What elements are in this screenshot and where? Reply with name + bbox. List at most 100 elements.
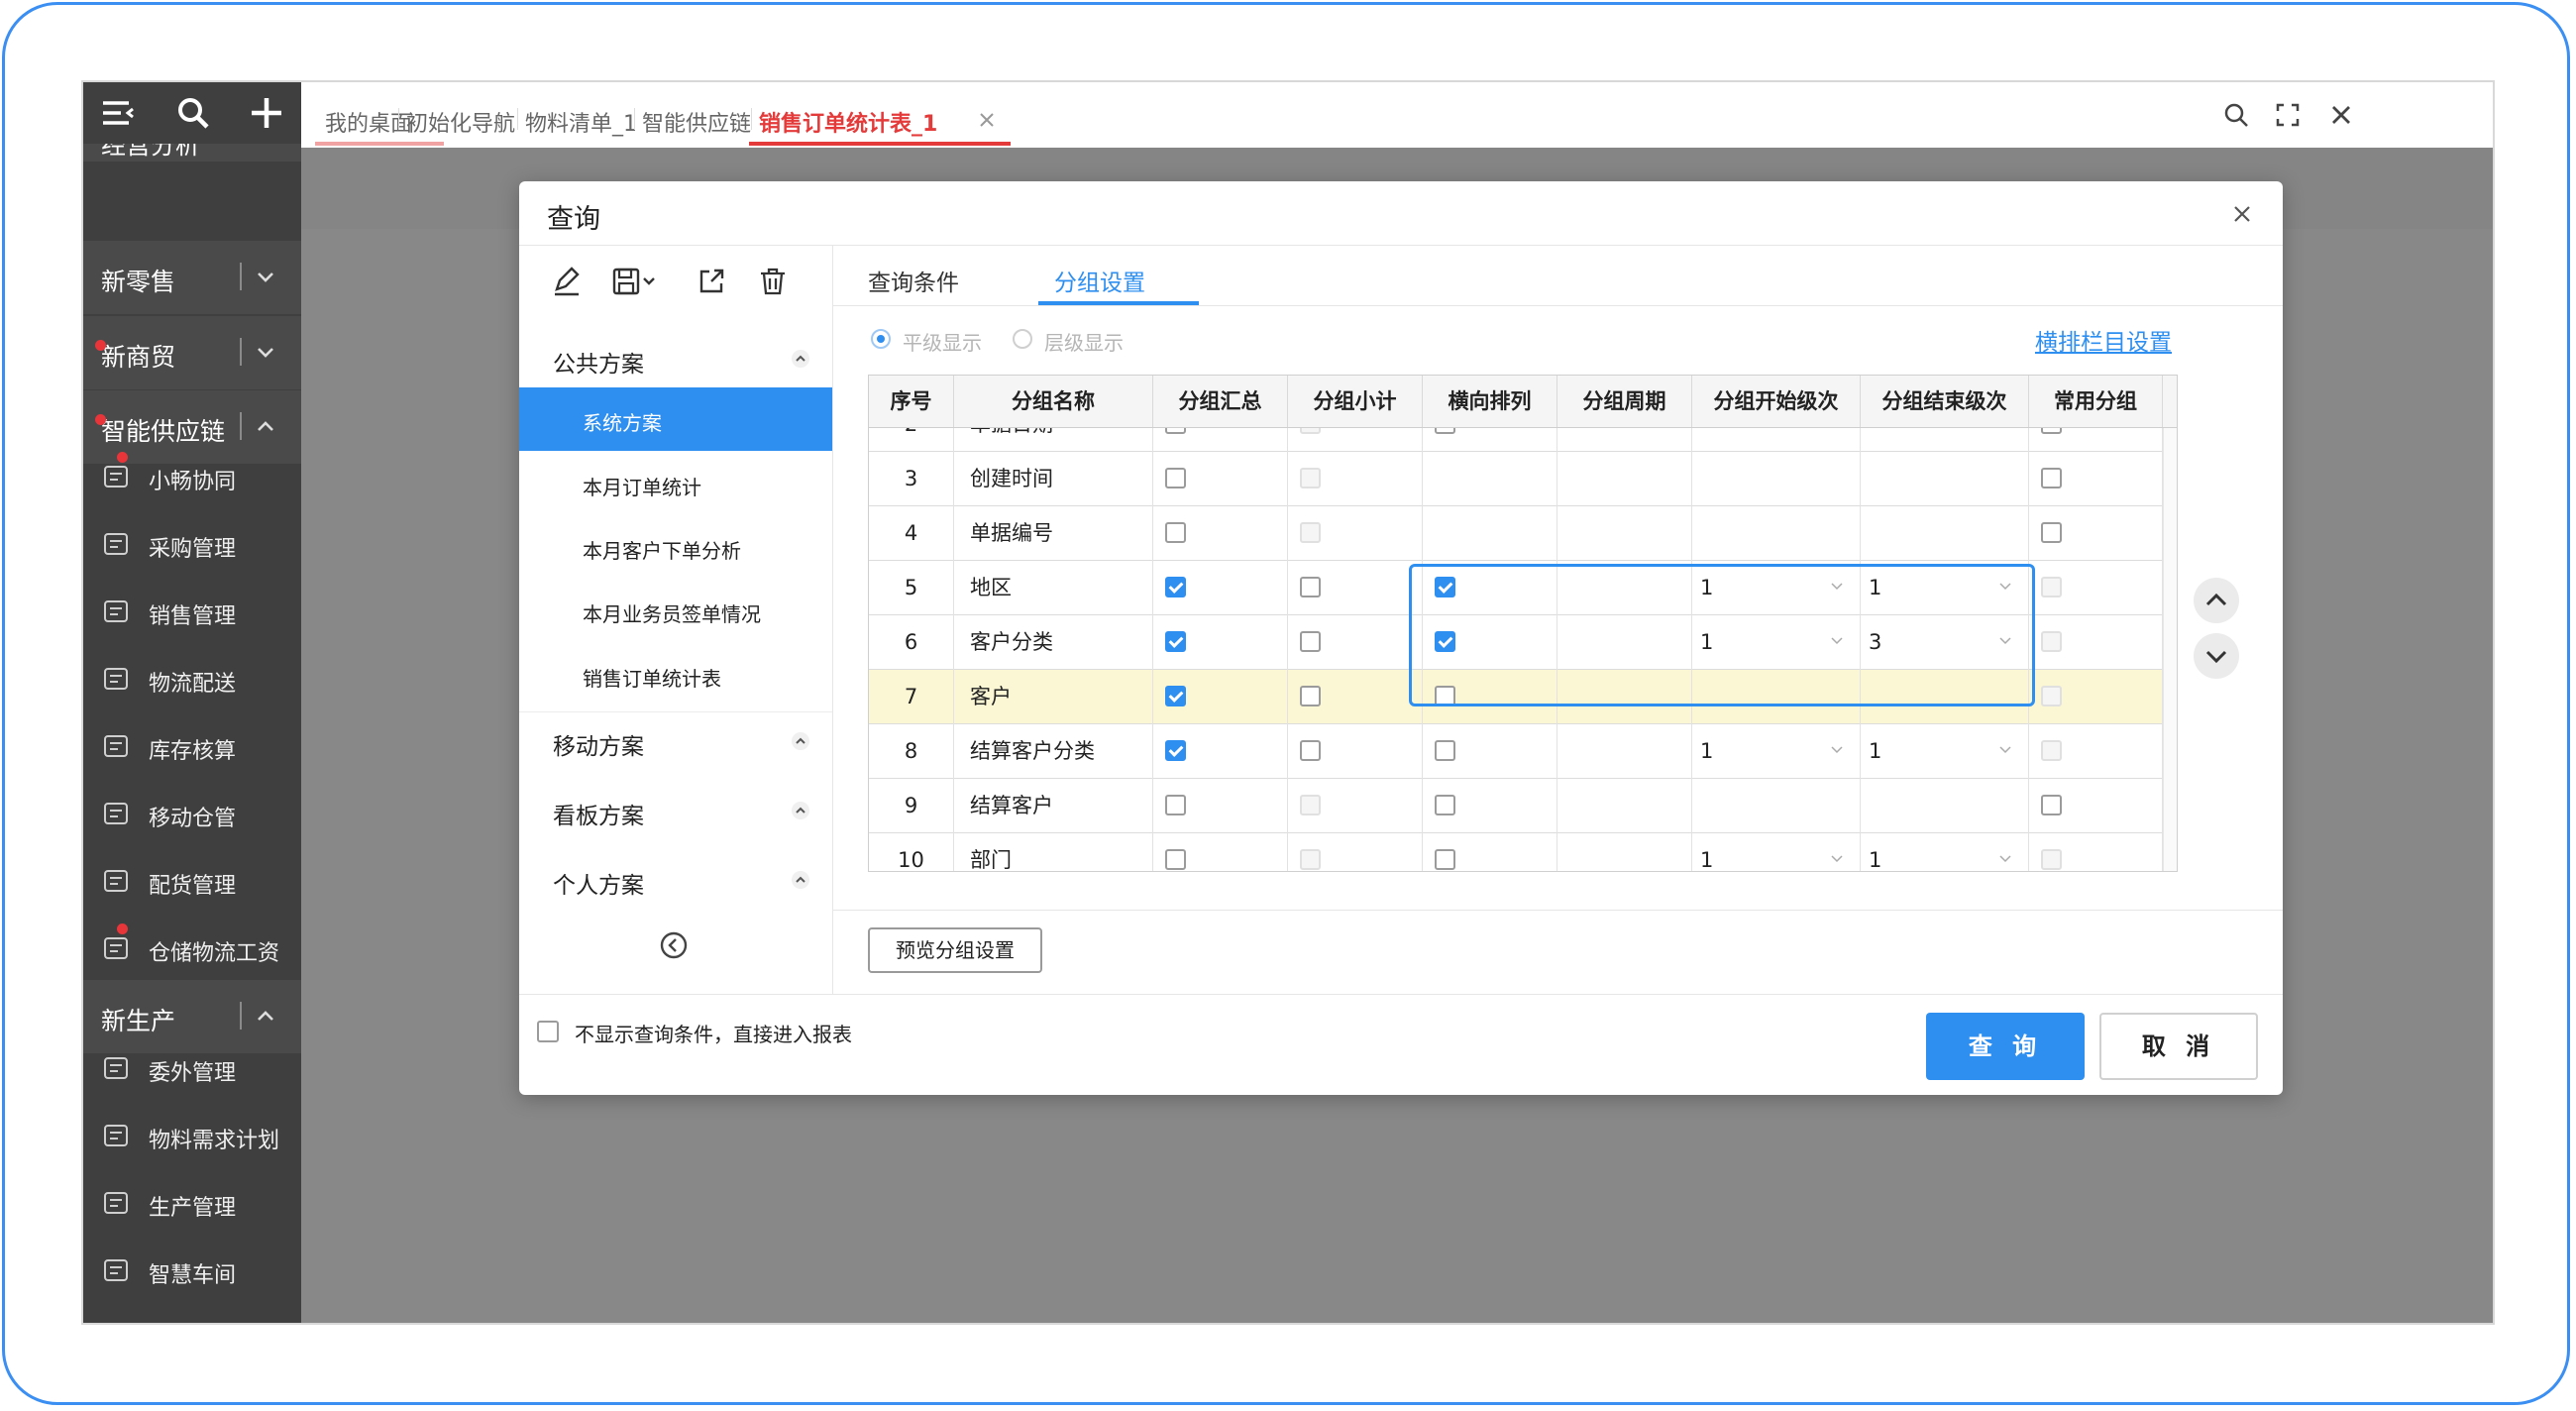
chevron-up-icon[interactable] [254, 1002, 277, 1030]
board-scheme-section[interactable]: 看板方案 [519, 777, 832, 846]
sidebar-item-4[interactable]: 智慧车间 [83, 1236, 301, 1303]
table-row[interactable]: 4 单据编号 [869, 506, 2163, 561]
preview-group-settings-button[interactable]: 预览分组设置 [868, 927, 1042, 973]
scheme-item[interactable]: 本月业务员签单情况 [519, 579, 832, 642]
edit-icon[interactable] [549, 264, 585, 299]
checkbox[interactable] [1165, 795, 1186, 815]
checkbox[interactable] [1165, 740, 1186, 761]
notification-dot [95, 414, 106, 425]
radio-dot[interactable] [1013, 329, 1032, 349]
chevron-up-icon[interactable] [791, 731, 810, 751]
checkbox[interactable] [1435, 740, 1455, 761]
level-select-cell[interactable]: 1 [1692, 833, 1861, 871]
scheme-item[interactable]: 销售订单统计表 [519, 643, 832, 706]
checkbox[interactable] [1165, 686, 1186, 706]
scheme-item[interactable]: 系统方案 [519, 387, 832, 451]
sidebar: 经营分析 新零售 新商贸 智能供应链 小畅协同 采购管理 销售管理 物流配送 库存核算 移动仓管… [83, 82, 301, 1323]
checkbox[interactable] [1300, 577, 1321, 597]
chevron-up-icon[interactable] [791, 870, 810, 890]
radio-dot[interactable] [871, 329, 891, 349]
chevron-up-icon[interactable] [254, 412, 277, 440]
level-select-cell[interactable]: 1 [1861, 833, 2029, 871]
mobile-scheme-section[interactable]: 移动方案 [519, 707, 832, 777]
sidebar-item-label: 生产管理 [149, 1196, 237, 1221]
sidebar-item-8[interactable]: 仓储物流工资 [83, 914, 301, 981]
move-down-button[interactable] [2194, 633, 2239, 679]
sidebar-item-label: 智慧车间 [149, 1263, 237, 1288]
chevron-down-icon[interactable] [1831, 746, 1843, 754]
sidebar-item-1[interactable]: 小畅协同 [83, 442, 301, 509]
public-scheme-section[interactable]: 公共方案 [519, 325, 832, 394]
sidebar-item-7[interactable]: 配货管理 [83, 846, 301, 914]
close-icon[interactable] [2326, 100, 2356, 130]
chevron-down-icon[interactable] [254, 263, 277, 290]
table-row[interactable]: 3 创建时间 [869, 452, 2163, 506]
tab-5[interactable]: 销售订单统计表_1 [759, 106, 937, 138]
section-label: 公共方案 [553, 352, 644, 378]
scheme-item[interactable]: 本月客户下单分析 [519, 515, 832, 579]
close-icon[interactable] [2229, 201, 2255, 227]
chevron-up-icon[interactable] [791, 801, 810, 820]
add-icon[interactable] [244, 90, 289, 136]
level-select-cell[interactable]: 1 [1692, 724, 1861, 779]
delete-icon[interactable] [755, 264, 791, 299]
menu-collapse-icon[interactable] [95, 90, 141, 136]
collapse-panel-icon[interactable] [658, 929, 690, 961]
checkbox[interactable] [1300, 740, 1321, 761]
table-row[interactable]: 9 结算客户 [869, 779, 2163, 833]
checkbox[interactable] [1300, 686, 1321, 706]
table-row[interactable]: 10 部门 1 1 [869, 833, 2163, 871]
sidebar-item-1[interactable]: 委外管理 [83, 1033, 301, 1101]
personal-scheme-section[interactable]: 个人方案 [519, 846, 832, 916]
checkbox[interactable] [1435, 849, 1455, 870]
notification-dot [117, 923, 128, 934]
sidebar-item-2[interactable]: 采购管理 [83, 509, 301, 577]
chevron-down-icon[interactable] [254, 338, 277, 366]
table-row[interactable]: 8 结算客户分类 1 1 [869, 724, 2163, 779]
chevron-up-icon[interactable] [791, 349, 810, 369]
sidebar-group-2[interactable]: 新商贸 [83, 316, 301, 389]
checkbox[interactable] [1435, 795, 1455, 815]
horizontal-column-settings-link[interactable]: 横排栏目设置 [2035, 323, 2172, 357]
tab-query-conditions[interactable]: 查询条件 [868, 264, 959, 297]
checkbox[interactable] [2041, 795, 2062, 815]
sidebar-item-5[interactable]: 库存核算 [83, 711, 301, 779]
move-up-button[interactable] [2194, 578, 2239, 623]
level-select-cell [1692, 452, 1861, 506]
sidebar-item-3[interactable]: 销售管理 [83, 577, 301, 644]
checkbox[interactable] [2041, 468, 2062, 488]
level-select-cell[interactable]: 1 [1861, 724, 2029, 779]
skip-conditions-checkbox[interactable] [537, 1021, 559, 1042]
tab-2[interactable]: 初始化导航 [406, 106, 515, 138]
sidebar-item-3[interactable]: 生产管理 [83, 1168, 301, 1236]
sidebar-item-4[interactable]: 物流配送 [83, 644, 301, 711]
query-button[interactable]: 查 询 [1926, 1013, 2085, 1080]
fullscreen-icon[interactable] [2273, 100, 2303, 130]
checkbox[interactable] [1165, 522, 1186, 543]
chevron-down-icon[interactable] [1999, 855, 2011, 863]
export-icon[interactable] [694, 264, 729, 299]
sidebar-group-1[interactable]: 新零售 [83, 241, 301, 314]
chevron-down-icon[interactable] [1831, 855, 1843, 863]
checkbox[interactable] [1300, 631, 1321, 652]
scheme-item[interactable]: 本月订单统计 [519, 452, 832, 515]
section-label: 个人方案 [553, 873, 644, 899]
sidebar-item-2[interactable]: 物料需求计划 [83, 1101, 301, 1168]
search-icon[interactable] [2221, 100, 2251, 130]
mobile-warehouse-icon [104, 803, 128, 824]
grid-scrollbar[interactable] [2163, 427, 2177, 871]
tab-close-icon[interactable] [977, 110, 997, 130]
search-icon[interactable] [170, 90, 216, 136]
tab-3[interactable]: 物料清单_1 [525, 106, 637, 138]
sidebar-item-6[interactable]: 移动仓管 [83, 779, 301, 846]
chevron-down-icon[interactable] [1999, 746, 2011, 754]
checkbox[interactable] [1165, 849, 1186, 870]
save-dropdown-icon[interactable] [608, 264, 662, 299]
checkbox[interactable] [1165, 631, 1186, 652]
checkbox[interactable] [1165, 577, 1186, 597]
tab-4[interactable]: 智能供应链 [642, 106, 751, 138]
checkbox[interactable] [2041, 522, 2062, 543]
tab-group-settings[interactable]: 分组设置 [1054, 264, 1145, 297]
cancel-button[interactable]: 取 消 [2099, 1013, 2258, 1080]
checkbox[interactable] [1165, 468, 1186, 488]
